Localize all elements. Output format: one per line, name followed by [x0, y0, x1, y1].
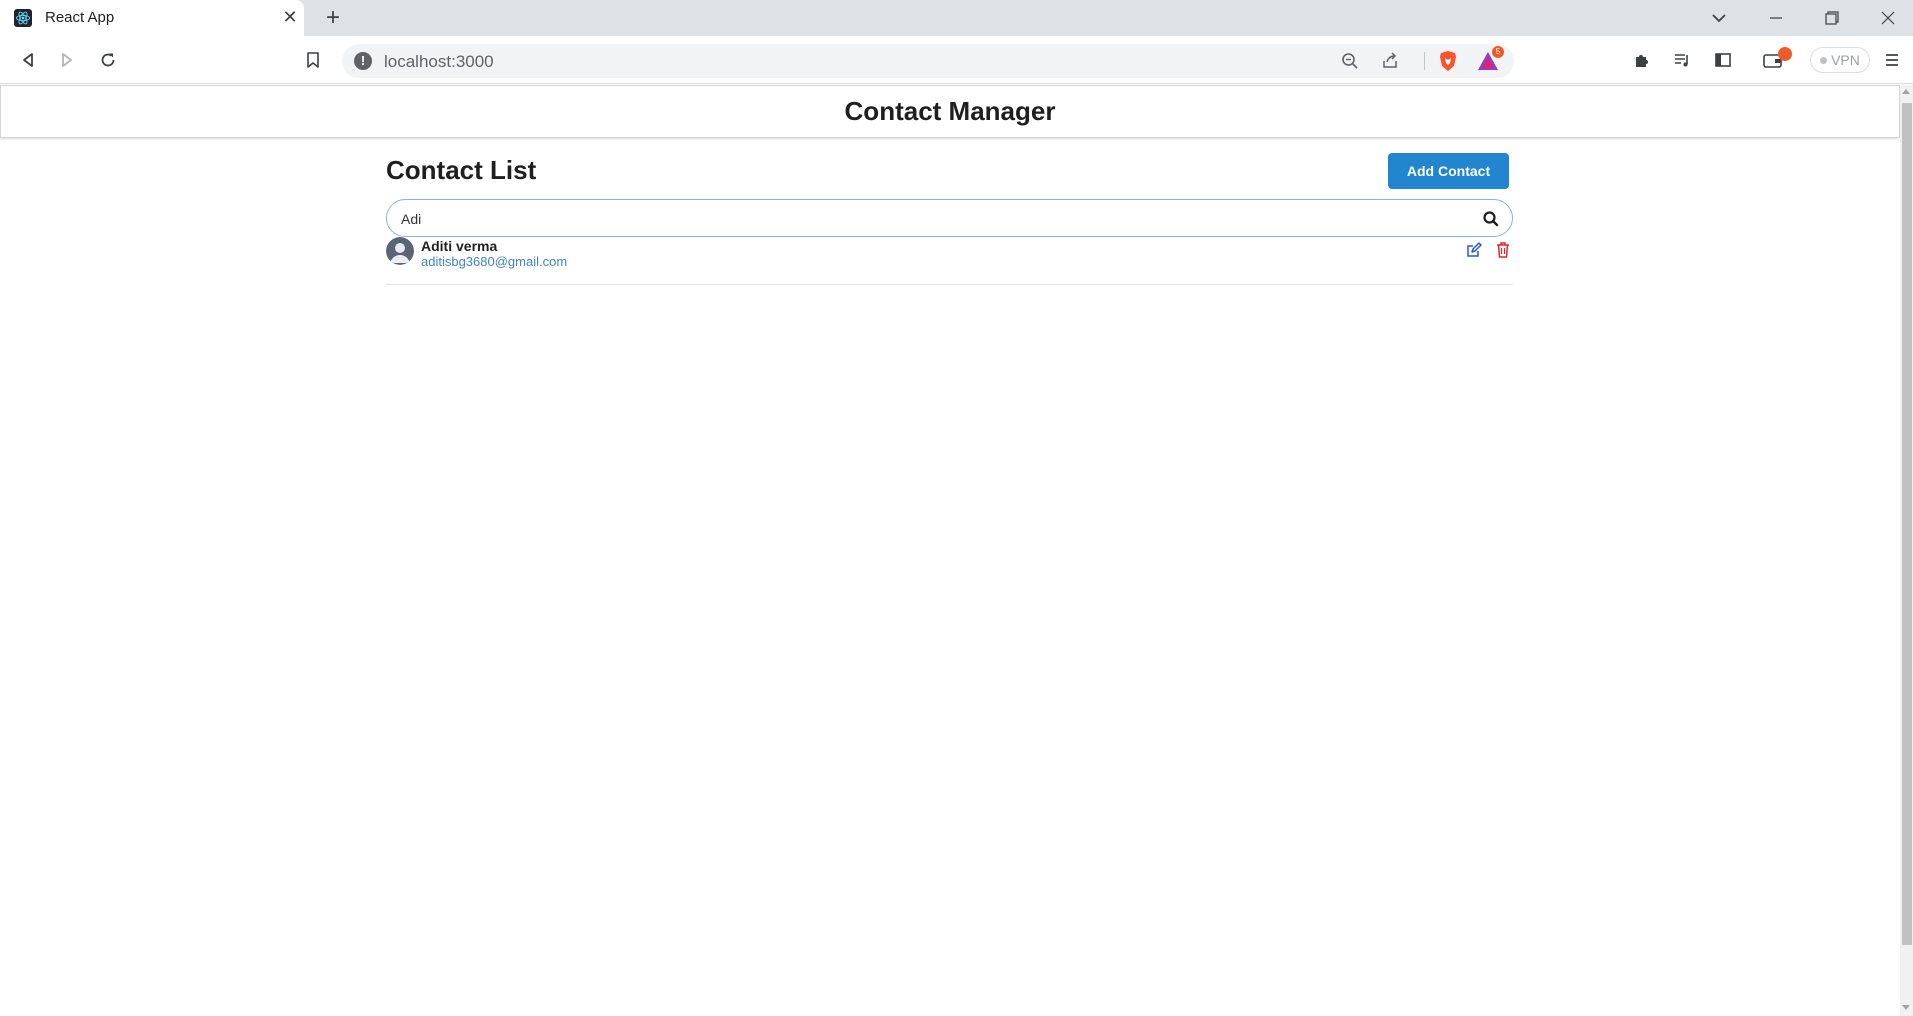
sidebar-toggle-icon[interactable] — [1709, 46, 1737, 74]
extensions-puzzle-icon[interactable] — [1628, 46, 1656, 74]
page-viewport: Contact Manager Contact List Add Contact… — [0, 85, 1913, 1016]
app-title: Contact Manager — [844, 96, 1056, 126]
search-icon[interactable] — [1481, 209, 1501, 229]
browser-tab-strip: React App ✕ + — [0, 0, 1913, 36]
close-window-icon[interactable] — [1860, 0, 1913, 36]
scroll-down-arrow-icon[interactable] — [1902, 1005, 1910, 1010]
vpn-label: VPN — [1831, 52, 1860, 68]
omnibox-divider — [1424, 52, 1425, 70]
contact-list-heading: Contact List — [386, 155, 537, 185]
contact-list-item[interactable]: Aditi verma aditisbg3680@gmail.com — [386, 237, 1513, 285]
menu-icon[interactable] — [1878, 46, 1906, 74]
tab-title: React App — [45, 9, 115, 26]
address-bar[interactable]: ! localhost:3000 5 — [342, 44, 1514, 78]
vpn-status-dot — [1820, 56, 1828, 64]
trash-icon[interactable] — [1496, 242, 1510, 258]
share-icon[interactable] — [1376, 47, 1404, 75]
search-input[interactable] — [401, 209, 1461, 229]
tab-search-chevron-icon[interactable] — [1707, 6, 1731, 30]
bookmark-icon[interactable] — [299, 46, 327, 74]
browser-toolbar: ! localhost:3000 5 VPN — [0, 36, 1913, 84]
restore-window-icon[interactable] — [1804, 0, 1860, 36]
app-header: Contact Manager — [0, 85, 1900, 138]
zoom-icon[interactable] — [1336, 47, 1364, 75]
add-contact-button[interactable]: Add Contact — [1388, 153, 1509, 189]
rewards-badge: 5 — [1492, 46, 1504, 58]
page-scrollbar[interactable] — [1900, 85, 1913, 1016]
back-icon[interactable] — [14, 46, 42, 74]
scroll-up-arrow-icon[interactable] — [1902, 89, 1910, 94]
react-logo-icon — [14, 9, 32, 27]
search-box[interactable] — [386, 199, 1513, 237]
user-avatar-icon — [386, 237, 414, 265]
media-playlist-icon[interactable] — [1668, 46, 1696, 74]
wallet-notification-dot — [1778, 47, 1792, 61]
address-url[interactable]: localhost:3000 — [384, 52, 494, 72]
contact-email[interactable]: aditisbg3680@gmail.com — [421, 254, 567, 269]
vpn-button[interactable]: VPN — [1810, 47, 1870, 73]
new-tab-icon[interactable]: + — [320, 4, 346, 32]
brave-shield-icon[interactable] — [1434, 47, 1462, 75]
minimize-window-icon[interactable] — [1748, 0, 1804, 36]
scrollbar-thumb[interactable] — [1902, 103, 1912, 945]
site-info-icon[interactable]: ! — [354, 52, 372, 70]
contact-name[interactable]: Aditi verma — [421, 238, 497, 254]
reload-icon[interactable] — [94, 46, 122, 74]
close-tab-icon[interactable]: ✕ — [280, 7, 300, 27]
forward-icon[interactable] — [53, 46, 81, 74]
edit-icon[interactable] — [1466, 242, 1482, 258]
browser-tab[interactable]: React App ✕ — [0, 0, 304, 36]
